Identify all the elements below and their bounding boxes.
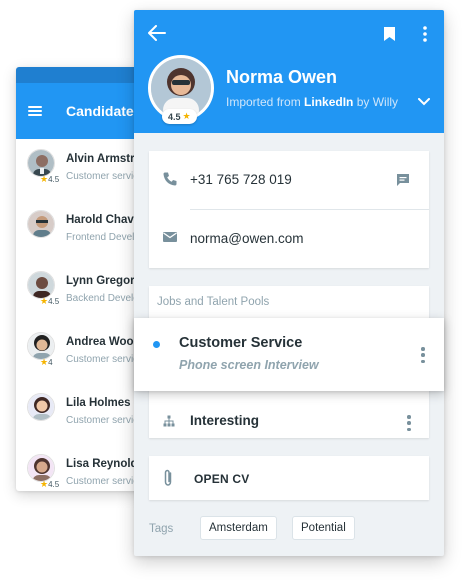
candidate-name: Lisa Reynolds bbox=[66, 458, 144, 470]
job-row[interactable]: Customer Service Phone screen Interview bbox=[134, 318, 444, 391]
candidates-app-bar: Candidates bbox=[16, 83, 152, 139]
chevron-down-icon[interactable] bbox=[417, 95, 431, 109]
hierarchy-icon bbox=[163, 414, 175, 427]
candidate-row[interactable]: Lila Holmes Customer service bbox=[16, 383, 152, 444]
rating-badge: 4.5 ★ bbox=[162, 109, 197, 124]
candidate-role: Customer service bbox=[66, 171, 144, 182]
phone-icon bbox=[162, 171, 178, 187]
candidate-role: Customer service bbox=[66, 415, 144, 426]
talent-pool-name: Interesting bbox=[190, 413, 260, 428]
star-icon: ★ bbox=[40, 296, 49, 306]
email-icon bbox=[162, 230, 178, 246]
star-icon: ★ bbox=[40, 174, 49, 184]
jobs-section-label: Jobs and Talent Pools bbox=[157, 296, 270, 308]
candidate-rating: ★4 bbox=[40, 357, 53, 367]
candidate-role: Customer service bbox=[66, 354, 144, 365]
menu-icon[interactable] bbox=[28, 106, 42, 116]
tag-chip[interactable]: Amsterdam bbox=[200, 516, 277, 540]
paperclip-icon bbox=[161, 469, 175, 487]
bookmark-icon[interactable] bbox=[379, 23, 399, 45]
job-title: Customer Service bbox=[179, 335, 303, 351]
status-dot-icon bbox=[153, 341, 160, 348]
avatar bbox=[27, 454, 55, 482]
profile-avatar-wrapper: 4.5 ★ bbox=[148, 55, 214, 124]
email-row[interactable]: norma@owen.com bbox=[149, 210, 429, 268]
candidates-title: Candidates bbox=[66, 103, 142, 119]
candidate-name: Norma Owen bbox=[226, 67, 338, 87]
candidate-name: Lynn Gregory bbox=[66, 275, 141, 287]
star-icon: ★ bbox=[182, 111, 191, 121]
tag-chip[interactable]: Potential bbox=[292, 516, 355, 540]
arrow-left-icon[interactable] bbox=[146, 22, 168, 44]
star-icon: ★ bbox=[40, 357, 49, 367]
star-icon: ★ bbox=[40, 479, 49, 489]
contact-card: +31 765 728 019 norma@owen.com bbox=[149, 151, 429, 268]
more-vertical-icon[interactable] bbox=[418, 23, 432, 45]
avatar bbox=[27, 210, 55, 238]
more-vertical-icon[interactable] bbox=[407, 415, 411, 431]
candidate-row[interactable]: ★4.5 Lisa Reynolds Customer service bbox=[16, 444, 152, 491]
avatar bbox=[27, 393, 55, 421]
candidate-profile-card: 4.5 ★ Norma Owen Imported from LinkedIn b… bbox=[134, 10, 444, 556]
avatar bbox=[27, 271, 55, 299]
candidate-name: Lila Holmes bbox=[66, 397, 131, 409]
candidate-row[interactable]: ★4.5 Lynn Gregory Backend Developer bbox=[16, 261, 152, 322]
candidate-rating: ★4.5 bbox=[40, 296, 60, 306]
job-stage: Phone screen Interview bbox=[179, 358, 319, 372]
import-source: Imported from LinkedIn by Willy bbox=[226, 95, 399, 109]
candidate-role: Customer service bbox=[66, 476, 144, 487]
candidate-rating: ★4.5 bbox=[40, 479, 60, 489]
email-address: norma@owen.com bbox=[190, 231, 304, 246]
profile-header: 4.5 ★ Norma Owen Imported from LinkedIn b… bbox=[134, 10, 444, 133]
candidate-row[interactable]: ★4 Andrea Woods Customer service bbox=[16, 322, 152, 383]
candidate-row[interactable]: Harold Chavez Frontend Developer bbox=[16, 200, 152, 261]
candidate-rating: ★4.5 bbox=[40, 174, 60, 184]
open-cv-label: OPEN CV bbox=[194, 472, 250, 486]
avatar bbox=[27, 149, 55, 177]
message-icon[interactable] bbox=[394, 171, 412, 189]
tags-label: Tags bbox=[149, 523, 174, 535]
status-bar bbox=[16, 67, 152, 83]
phone-row[interactable]: +31 765 728 019 bbox=[149, 151, 429, 209]
open-cv-button[interactable]: OPEN CV bbox=[149, 456, 429, 500]
phone-number: +31 765 728 019 bbox=[190, 172, 292, 187]
candidate-row[interactable]: ★4.5 Alvin Armstrong Customer service bbox=[16, 139, 152, 200]
talent-pool-row[interactable]: Interesting bbox=[149, 398, 429, 438]
candidates-list-card: Candidates ★4.5 Alvin Armstrong Customer… bbox=[16, 67, 152, 491]
more-vertical-icon[interactable] bbox=[421, 347, 425, 363]
avatar bbox=[27, 332, 55, 360]
